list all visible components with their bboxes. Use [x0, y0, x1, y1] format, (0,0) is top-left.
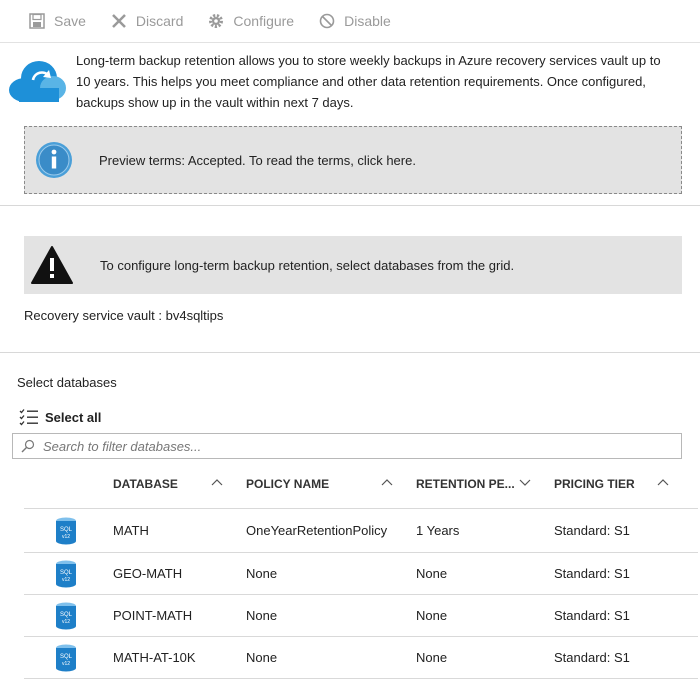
- warning-text: To configure long-term backup retention,…: [100, 257, 515, 273]
- warning-banner: To configure long-term backup retention,…: [24, 236, 682, 294]
- cloud-icon: [9, 61, 66, 102]
- sort-descending-icon[interactable]: [518, 477, 532, 487]
- column-header-policy-name[interactable]: POLICY NAME: [246, 477, 329, 491]
- cell-policy-name: None: [246, 566, 278, 581]
- svg-text:v12: v12: [62, 577, 70, 583]
- configure-icon: [207, 12, 225, 30]
- svg-text:v12: v12: [62, 619, 70, 625]
- row-divider: [24, 678, 698, 679]
- svg-text:SQL: SQL: [60, 570, 73, 576]
- svg-text:v12: v12: [62, 661, 70, 667]
- cell-pricing-tier: Standard: S1: [554, 566, 630, 581]
- sql-database-icon: SQLv12: [56, 517, 76, 545]
- toolbar-divider: [0, 42, 700, 43]
- cell-database: MATH: [113, 523, 149, 538]
- sql-database-icon: SQLv12: [56, 644, 76, 672]
- table-row[interactable]: SQL v12 MATH-AT-10K None None Standard: S…: [0, 637, 700, 679]
- cell-policy-name: None: [246, 650, 278, 665]
- column-header-retention-period[interactable]: RETENTION PE...: [416, 477, 515, 491]
- disable-label: Disable: [344, 13, 391, 29]
- column-header-database[interactable]: DATABASE: [113, 477, 178, 491]
- cell-retention-period: None: [416, 566, 448, 581]
- recovery-vault-label: Recovery service vault : bv4sqltips: [24, 308, 224, 323]
- save-button[interactable]: Save: [28, 12, 86, 30]
- cell-database: GEO-MATH: [113, 566, 183, 581]
- cell-database: MATH-AT-10K: [113, 650, 196, 665]
- section-divider: [0, 352, 700, 353]
- discard-button[interactable]: Discard: [110, 12, 183, 30]
- search-box[interactable]: [12, 433, 682, 459]
- select-all-button[interactable]: Select all: [19, 408, 101, 426]
- sort-ascending-icon[interactable]: [656, 477, 670, 487]
- cell-policy-name: None: [246, 608, 278, 623]
- sort-ascending-icon[interactable]: [210, 477, 224, 487]
- cell-retention-period: 1 Years: [416, 523, 460, 538]
- cell-retention-period: None: [416, 608, 448, 623]
- discard-icon: [110, 12, 128, 30]
- sort-ascending-icon[interactable]: [380, 477, 394, 487]
- cell-retention-period: None: [416, 650, 448, 665]
- sql-database-icon: SQLv12: [56, 560, 76, 588]
- cell-database: POINT-MATH: [113, 608, 193, 623]
- table-row[interactable]: SQL v12 POINT-MATH None None Standard: S1: [0, 595, 700, 637]
- search-input[interactable]: [41, 437, 641, 455]
- svg-text:v12: v12: [62, 534, 70, 540]
- preview-terms-banner[interactable]: Preview terms: Accepted. To read the ter…: [24, 126, 682, 194]
- column-header-pricing-tier[interactable]: PRICING TIER: [554, 477, 635, 491]
- intro-text: Long-term backup retention allows you to…: [76, 53, 661, 110]
- select-all-label: Select all: [45, 409, 102, 425]
- configure-label: Configure: [233, 13, 295, 29]
- cell-pricing-tier: Standard: S1: [554, 650, 630, 665]
- configure-button[interactable]: Configure: [207, 12, 294, 30]
- preview-terms-text: Preview terms: Accepted. To read the ter…: [99, 152, 416, 168]
- intro-section: Long-term backup retention allows you to…: [0, 44, 700, 114]
- warning-icon: [31, 246, 73, 284]
- svg-text:SQL: SQL: [60, 654, 73, 660]
- table-row[interactable]: SQL v12 MATH OneYearRetentionPolicy 1 Yea…: [0, 510, 700, 552]
- svg-text:SQL: SQL: [60, 612, 73, 618]
- table-header: DATABASE POLICY NAME RETENTION PE... PRI…: [0, 465, 700, 503]
- table-row[interactable]: SQL v12 GEO-MATH None None Standard: S1: [0, 553, 700, 595]
- svg-text:SQL: SQL: [60, 527, 73, 533]
- save-icon: [28, 12, 46, 30]
- discard-label: Discard: [135, 13, 184, 29]
- search-icon: [21, 439, 35, 453]
- select-all-icon: [19, 409, 38, 426]
- sql-database-icon: SQLv12: [56, 602, 76, 630]
- disable-icon: [318, 12, 336, 30]
- cell-pricing-tier: Standard: S1: [554, 608, 630, 623]
- info-icon: [36, 142, 72, 178]
- disable-button[interactable]: Disable: [318, 12, 391, 30]
- row-divider: [24, 508, 698, 509]
- select-databases-label: Select databases: [17, 375, 117, 390]
- section-divider: [0, 205, 700, 206]
- cell-pricing-tier: Standard: S1: [554, 523, 630, 538]
- command-bar: Save Discard Configure Disable: [0, 0, 700, 42]
- cell-policy-name: OneYearRetentionPolicy: [246, 523, 388, 538]
- save-label: Save: [54, 13, 86, 29]
